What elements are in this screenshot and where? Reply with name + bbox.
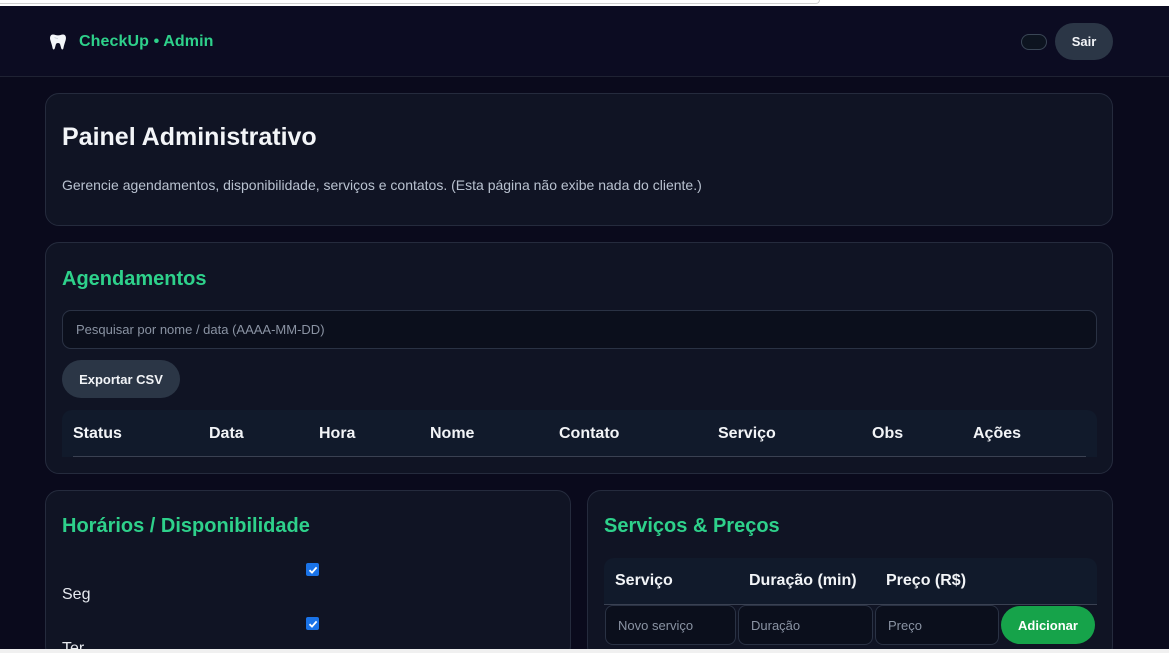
column-header-duracao: Duração (min): [749, 572, 857, 589]
brand[interactable]: CheckUp • Admin: [48, 32, 214, 52]
app-header: CheckUp • Admin Sair: [0, 6, 1169, 77]
appointments-card: Agendamentos Exportar CSV Status Data Ho…: [45, 242, 1113, 474]
appointments-title: Agendamentos: [62, 268, 207, 290]
checkmark-icon: [308, 566, 317, 574]
column-header-servico: Serviço: [615, 572, 673, 589]
page-title: Painel Administrativo: [62, 123, 317, 151]
price-input[interactable]: [875, 605, 999, 645]
export-csv-button[interactable]: Exportar CSV: [62, 360, 180, 398]
day-checkbox-ter[interactable]: [306, 617, 319, 630]
column-header-data: Data: [209, 425, 244, 442]
column-header-acoes: Ações: [973, 425, 1022, 442]
new-service-input[interactable]: [605, 605, 736, 645]
window-bottom-edge: [0, 649, 1169, 653]
appointments-search-input[interactable]: [62, 310, 1097, 349]
theme-toggle[interactable]: [1021, 34, 1047, 50]
availability-title: Horários / Disponibilidade: [62, 515, 310, 537]
add-service-button[interactable]: Adicionar: [1001, 606, 1095, 644]
day-checkbox-seg[interactable]: [306, 563, 319, 576]
column-header-nome: Nome: [430, 425, 475, 442]
page-description: Gerencie agendamentos, disponibilidade, …: [62, 177, 702, 193]
table-header-divider: [73, 456, 1086, 457]
appointments-table-header: Status Data Hora Nome Contato Serviço Ob…: [62, 410, 1097, 457]
checkmark-icon: [308, 620, 317, 628]
column-header-servico: Serviço: [718, 425, 776, 442]
services-card: Serviços & Preços Serviço Duração (min) …: [587, 490, 1113, 653]
services-table-header: Serviço Duração (min) Preço (R$): [604, 558, 1097, 605]
column-header-contato: Contato: [559, 425, 620, 442]
brand-name: CheckUp • Admin: [79, 33, 214, 50]
logout-button[interactable]: Sair: [1055, 23, 1113, 60]
intro-card: Painel Administrativo Gerencie agendamen…: [45, 93, 1113, 226]
column-header-preco: Preço (R$): [886, 572, 967, 589]
column-header-hora: Hora: [319, 425, 356, 442]
column-header-obs: Obs: [872, 425, 904, 442]
tooth-icon: [50, 34, 66, 50]
services-title: Serviços & Preços: [604, 515, 780, 537]
availability-card: Horários / Disponibilidade Seg Ter: [45, 490, 571, 653]
day-label-seg: Seg: [62, 586, 91, 603]
column-header-status: Status: [73, 425, 122, 442]
duration-input[interactable]: [738, 605, 873, 645]
